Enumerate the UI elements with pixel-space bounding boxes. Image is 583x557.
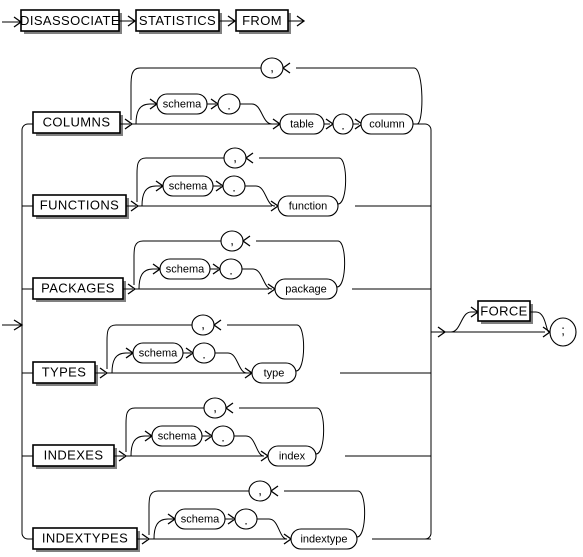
- branch-spine: [2, 123, 33, 540]
- nonterminal-indextypes-indextype[interactable]: indextype: [290, 528, 358, 550]
- punct-columns-comma-label: ,: [270, 59, 274, 74]
- punct-indextypes-comma: ,: [248, 480, 272, 502]
- branch-columns: COLUMNS schema . table . column ,: [32, 57, 423, 136]
- nonterminal-indexes-index[interactable]: index: [267, 445, 317, 467]
- nonterminal-functions-schema-label: schema: [169, 180, 208, 192]
- punct-columns-dot-schema-label: .: [227, 97, 231, 112]
- nonterminal-indexes-schema-label: schema: [158, 430, 197, 442]
- punct-statement-terminator-label: ;: [561, 322, 565, 337]
- packages-schema-rejoin: [242, 268, 273, 290]
- keyword-statistics-label: STATISTICS: [139, 13, 216, 28]
- punct-statement-terminator: ;: [549, 317, 577, 347]
- keyword-from-label: FROM: [242, 13, 282, 28]
- indextypes-loop-arrow: [269, 485, 279, 497]
- keyword-force-label: FORCE: [480, 303, 528, 318]
- nonterminal-columns-schema[interactable]: schema: [156, 93, 208, 115]
- head-row: DISASSOCIATE STATISTICS FROM: [2, 9, 306, 34]
- keyword-indexes[interactable]: INDEXES: [32, 444, 117, 469]
- nonterminal-columns-column[interactable]: column: [360, 113, 414, 135]
- columns-loop-arrow: [281, 62, 291, 74]
- branch-indextypes: INDEXTYPES schema . indextype ,: [32, 480, 366, 552]
- functions-loop-arrow: [244, 152, 254, 164]
- punct-functions-comma: ,: [223, 147, 247, 169]
- keyword-from[interactable]: FROM: [235, 9, 291, 34]
- functions-schema-rejoin: [245, 185, 276, 207]
- keyword-packages-label: PACKAGES: [41, 280, 115, 295]
- punct-types-dot: .: [192, 342, 216, 364]
- branch-merge-spine: [340, 123, 432, 540]
- keyword-functions-label: FUNCTIONS: [40, 197, 119, 212]
- types-schema-rejoin: [215, 352, 248, 374]
- spine-vertical: [21, 123, 33, 540]
- nonterminal-packages-schema[interactable]: schema: [159, 258, 211, 280]
- keyword-indexes-label: INDEXES: [44, 447, 104, 462]
- punct-columns-dot-schema: .: [217, 93, 241, 115]
- tail-row: FORCE ;: [431, 300, 577, 347]
- keyword-statistics[interactable]: STATISTICS: [135, 9, 222, 34]
- railroad-diagram: DISASSOCIATE STATISTICS FROM COLUMNS sch…: [2, 9, 577, 552]
- punct-packages-comma: ,: [220, 230, 244, 252]
- keyword-indextypes-label: INDEXTYPES: [42, 530, 128, 545]
- punct-types-dot-label: .: [202, 346, 206, 361]
- punct-columns-dot-table-label: .: [341, 117, 345, 132]
- branch-indexes: INDEXES schema . index ,: [32, 397, 325, 469]
- punct-functions-dot: .: [222, 175, 246, 197]
- nonterminal-columns-schema-label: schema: [163, 98, 202, 110]
- branch-types: TYPES schema . type ,: [32, 314, 305, 386]
- nonterminal-columns-table-label: table: [290, 118, 314, 130]
- nonterminal-packages-package-label: package: [285, 283, 327, 295]
- indexes-loop-arrow: [224, 402, 234, 414]
- types-loop-arrow: [212, 319, 222, 331]
- punct-indexes-comma: ,: [203, 397, 227, 419]
- nonterminal-indexes-index-label: index: [279, 450, 306, 462]
- indexes-schema-rejoin: [234, 435, 265, 457]
- packages-loop-arrow: [241, 235, 251, 247]
- nonterminal-packages-schema-label: schema: [166, 263, 205, 275]
- nonterminal-columns-column-label: column: [369, 118, 404, 130]
- nonterminal-columns-table[interactable]: table: [279, 113, 325, 135]
- keyword-types-label: TYPES: [42, 364, 87, 379]
- punct-types-comma-label: ,: [201, 316, 205, 331]
- punct-columns-dot-table: .: [332, 113, 354, 135]
- punct-indexes-dot-label: .: [221, 429, 225, 444]
- nonterminal-functions-schema[interactable]: schema: [162, 175, 214, 197]
- keyword-force[interactable]: FORCE: [477, 300, 533, 324]
- punct-indextypes-comma-label: ,: [258, 482, 262, 497]
- punct-indexes-dot: .: [211, 425, 235, 447]
- keyword-packages[interactable]: PACKAGES: [32, 277, 126, 302]
- punct-indexes-comma-label: ,: [213, 399, 217, 414]
- keyword-columns-label: COLUMNS: [43, 114, 111, 129]
- punct-packages-dot: .: [219, 258, 243, 280]
- keyword-disassociate-label: DISASSOCIATE: [20, 13, 120, 28]
- nonterminal-types-type[interactable]: type: [251, 362, 297, 384]
- nonterminal-indexes-schema[interactable]: schema: [151, 425, 203, 447]
- nonterminal-indextypes-indextype-label: indextype: [300, 533, 347, 545]
- keyword-functions[interactable]: FUNCTIONS: [32, 194, 129, 219]
- punct-types-comma: ,: [191, 314, 215, 336]
- indextypes-schema-rejoin: [257, 518, 288, 540]
- nonterminal-packages-package[interactable]: package: [274, 278, 338, 300]
- keyword-disassociate[interactable]: DISASSOCIATE: [20, 9, 122, 34]
- nonterminal-indextypes-schema-label: schema: [181, 513, 220, 525]
- nonterminal-functions-function-label: function: [289, 200, 328, 212]
- punct-functions-dot-label: .: [232, 179, 236, 194]
- branch-functions: FUNCTIONS schema . function ,: [32, 147, 347, 219]
- punct-functions-comma-label: ,: [233, 149, 237, 164]
- nonterminal-types-schema-label: schema: [139, 347, 178, 359]
- punct-packages-comma-label: ,: [230, 232, 234, 247]
- punct-packages-dot-label: .: [229, 262, 233, 277]
- nonterminal-functions-function[interactable]: function: [277, 195, 339, 217]
- punct-indextypes-dot: .: [234, 508, 258, 530]
- nonterminal-types-type-label: type: [264, 367, 285, 379]
- nonterminal-types-schema[interactable]: schema: [132, 342, 184, 364]
- keyword-types[interactable]: TYPES: [32, 361, 98, 386]
- nonterminal-indextypes-schema[interactable]: schema: [174, 508, 226, 530]
- merge-vertical: [421, 123, 432, 540]
- punct-columns-comma: ,: [260, 57, 284, 79]
- keyword-indextypes[interactable]: INDEXTYPES: [32, 527, 140, 552]
- columns-schema-rejoin: [240, 103, 279, 125]
- keyword-columns[interactable]: COLUMNS: [32, 111, 123, 136]
- branch-packages: PACKAGES schema . package ,: [32, 230, 346, 302]
- punct-indextypes-dot-label: .: [244, 512, 248, 527]
